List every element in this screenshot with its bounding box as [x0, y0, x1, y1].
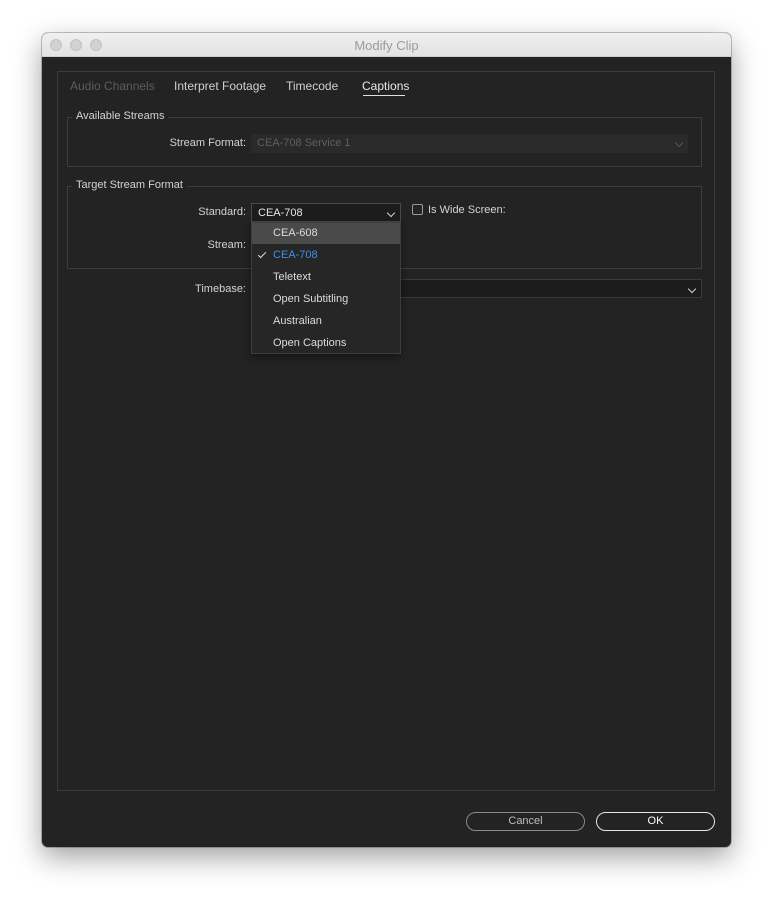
- timebase-label: Timebase:: [195, 283, 246, 295]
- tab-audio-channels[interactable]: Audio Channels: [70, 79, 155, 93]
- checkmark-icon: [257, 249, 267, 259]
- chevron-down-icon: [674, 138, 684, 148]
- tab-timecode[interactable]: Timecode: [286, 79, 338, 93]
- available-streams-legend: Available Streams: [72, 110, 169, 122]
- standard-label: Standard:: [198, 206, 246, 218]
- wide-screen-checkbox[interactable]: [412, 204, 423, 215]
- standard-select[interactable]: CEA-708: [251, 203, 401, 222]
- standard-dropdown-menu: CEA-608 CEA-708 Teletext Open Subtitling…: [251, 222, 401, 354]
- chevron-down-icon: [687, 284, 697, 294]
- menu-item-open-subtitling[interactable]: Open Subtitling: [252, 289, 400, 310]
- menu-item-cea-708[interactable]: CEA-708: [252, 245, 400, 266]
- menu-item-open-captions[interactable]: Open Captions: [252, 333, 400, 354]
- chevron-down-icon: [386, 208, 396, 218]
- title-bar: Modify Clip: [42, 33, 731, 57]
- window-title: Modify Clip: [354, 38, 419, 53]
- stream-format-label: Stream Format:: [169, 137, 246, 149]
- stream-format-select[interactable]: CEA-708 Service 1: [251, 134, 688, 153]
- tab-captions[interactable]: Captions: [362, 79, 409, 93]
- menu-item-australian[interactable]: Australian: [252, 311, 400, 332]
- tab-interpret-footage[interactable]: Interpret Footage: [174, 79, 266, 93]
- cancel-button[interactable]: Cancel: [466, 812, 585, 831]
- ok-button[interactable]: OK: [596, 812, 715, 831]
- wide-screen-label: Is Wide Screen:: [428, 204, 506, 216]
- active-tab-indicator: [363, 95, 405, 96]
- menu-item-cea-608[interactable]: CEA-608: [252, 223, 400, 244]
- menu-item-teletext[interactable]: Teletext: [252, 267, 400, 288]
- stream-label: Stream:: [207, 239, 246, 251]
- target-stream-format-legend: Target Stream Format: [72, 179, 187, 191]
- modify-clip-dialog: Modify Clip Audio Channels Interpret Foo…: [42, 33, 731, 847]
